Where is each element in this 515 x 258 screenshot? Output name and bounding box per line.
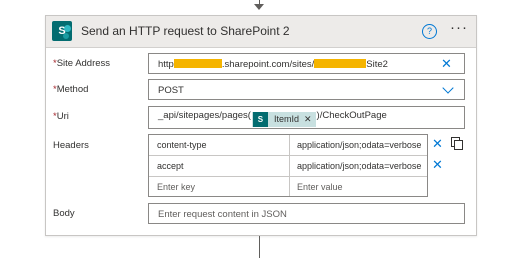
headers-label: Headers (53, 140, 89, 151)
new-header-value-input[interactable]: Enter value (297, 177, 427, 198)
body-label: Body (53, 208, 75, 219)
chevron-down-icon[interactable] (442, 82, 454, 94)
sharepoint-icon: S (252, 112, 268, 127)
card-header[interactable]: S Send an HTTP request to SharePoint 2 ?… (46, 16, 476, 48)
header-key-cell[interactable]: content-type (157, 135, 287, 156)
sharepoint-icon: S (52, 21, 72, 41)
delete-header-icon[interactable]: ✕ (432, 137, 443, 150)
action-card: S Send an HTTP request to SharePoint 2 ?… (45, 15, 477, 236)
header-value-cell[interactable]: application/json;odata=verbose (297, 135, 427, 156)
site-address-field[interactable]: http .sharepoint.com/sites/Site2 ✕ (148, 53, 465, 74)
dynamic-content-token[interactable]: S ItemId ✕ (251, 112, 316, 127)
redaction-bar (173, 59, 222, 68)
card-title: Send an HTTP request to SharePoint 2 (81, 24, 290, 38)
more-options-icon[interactable]: ··· (450, 19, 468, 36)
close-icon[interactable]: ✕ (304, 114, 312, 124)
delete-header-icon[interactable]: ✕ (432, 158, 443, 171)
header-key-cell[interactable]: accept (157, 156, 287, 177)
method-label: *Method (53, 84, 89, 95)
help-icon[interactable]: ? (422, 24, 437, 39)
new-header-key-input[interactable]: Enter key (157, 177, 287, 198)
headers-table: content-type application/json;odata=verb… (148, 134, 428, 197)
redaction-bar (314, 59, 367, 68)
site-address-label: *Site Address (53, 58, 111, 69)
close-icon[interactable]: ✕ (441, 57, 452, 70)
body-input[interactable]: Enter request content in JSON (148, 203, 465, 224)
header-value-cell[interactable]: application/json;odata=verbose (297, 156, 427, 177)
uri-label: *Uri (53, 111, 69, 122)
flow-connector-bottom (259, 236, 260, 258)
method-dropdown[interactable]: POST (148, 79, 465, 100)
arrow-down-icon (254, 4, 264, 10)
text-mode-icon[interactable] (450, 136, 464, 150)
uri-field[interactable]: _api/sitepages/pages(S ItemId ✕)/CheckOutP… (148, 106, 465, 129)
